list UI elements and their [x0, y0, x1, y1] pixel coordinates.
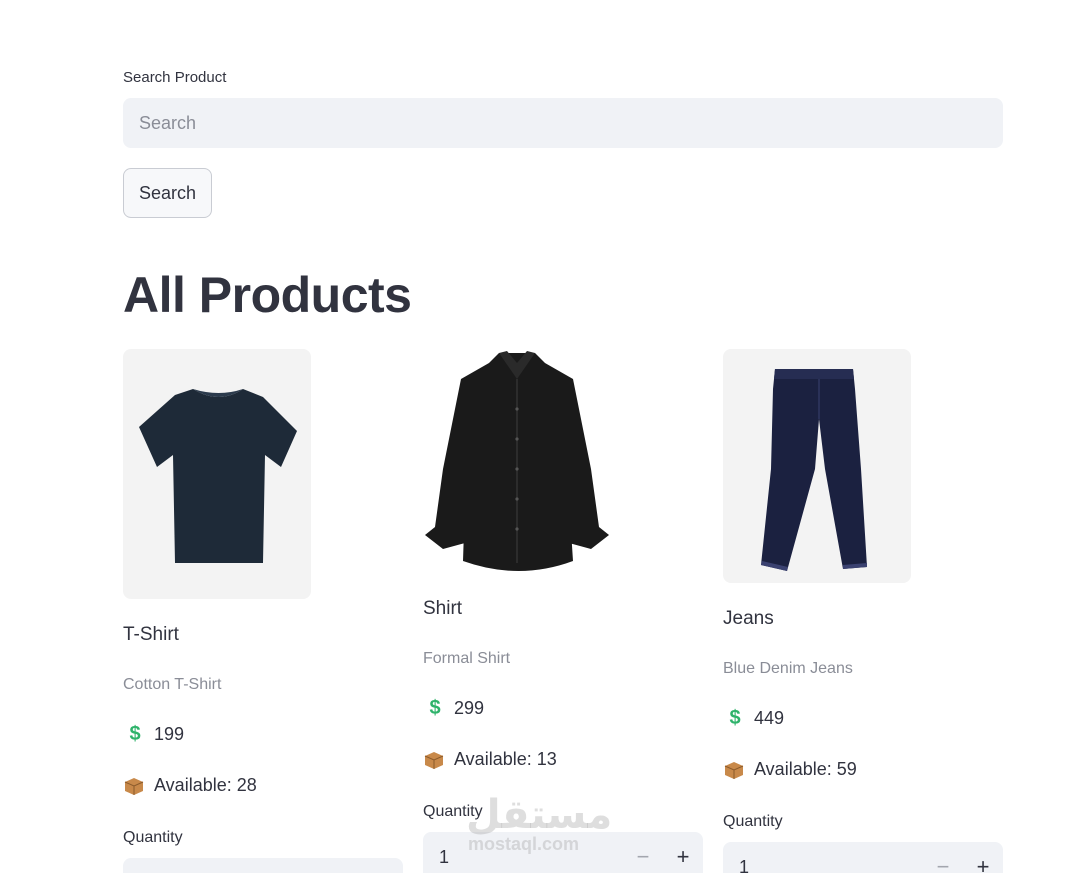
quantity-value[interactable]: 1	[723, 857, 923, 873]
product-stock: Available: 28	[123, 775, 257, 796]
dollar-icon: $	[129, 723, 141, 745]
product-price: $ 299	[423, 697, 484, 720]
stock-value: Available: 13	[454, 749, 557, 769]
stock-value: Available: 59	[754, 759, 857, 779]
quantity-stepper[interactable]: 1 − +	[723, 842, 1003, 873]
quantity-label: Quantity	[123, 829, 183, 846]
dollar-icon: $	[429, 697, 441, 719]
product-description: Formal Shirt	[423, 650, 511, 667]
decrement-button[interactable]: −	[923, 842, 963, 873]
search-input[interactable]	[123, 98, 1003, 148]
tshirt-image	[123, 349, 311, 599]
search-button[interactable]: Search	[123, 168, 212, 218]
product-name: T-Shirt	[123, 624, 179, 645]
price-value: 449	[754, 708, 785, 728]
product-card-jeans: Jeans Blue Denim Jeans $ 449 Available: …	[723, 349, 1003, 873]
shirt-icon	[425, 351, 609, 571]
jeans-icon	[761, 369, 867, 571]
quantity-stepper[interactable]	[123, 858, 403, 873]
dollar-icon: $	[729, 707, 741, 729]
quantity-value[interactable]: 1	[423, 847, 623, 868]
price-value: 299	[454, 698, 485, 718]
product-description: Cotton T-Shirt	[123, 676, 222, 693]
product-name: Shirt	[423, 598, 463, 619]
product-name: Jeans	[723, 608, 774, 629]
tshirt-icon	[139, 389, 297, 563]
increment-button[interactable]: +	[663, 832, 703, 873]
page-title: All Products	[123, 267, 412, 323]
increment-button[interactable]: +	[963, 842, 1003, 873]
product-price: $ 199	[123, 723, 184, 746]
product-stock: Available: 59	[723, 759, 857, 780]
product-card-tshirt: T-Shirt Cotton T-Shirt $ 199 Available: …	[123, 349, 403, 873]
package-icon	[123, 776, 145, 796]
product-price: $ 449	[723, 707, 784, 730]
package-icon	[423, 750, 445, 770]
quantity-label: Quantity	[723, 813, 783, 830]
quantity-stepper[interactable]: 1 − +	[423, 832, 703, 873]
price-value: 199	[154, 724, 185, 744]
decrement-button[interactable]: −	[623, 832, 663, 873]
stock-value: Available: 28	[154, 775, 257, 795]
jeans-image	[723, 349, 911, 583]
quantity-label: Quantity	[423, 803, 483, 820]
product-description: Blue Denim Jeans	[723, 660, 853, 677]
product-card-shirt: Shirt Formal Shirt $ 299 Available: 13 Q…	[423, 349, 703, 873]
shirt-image	[423, 349, 611, 575]
package-icon	[723, 760, 745, 780]
search-label: Search Product	[123, 69, 227, 86]
product-stock: Available: 13	[423, 749, 557, 770]
